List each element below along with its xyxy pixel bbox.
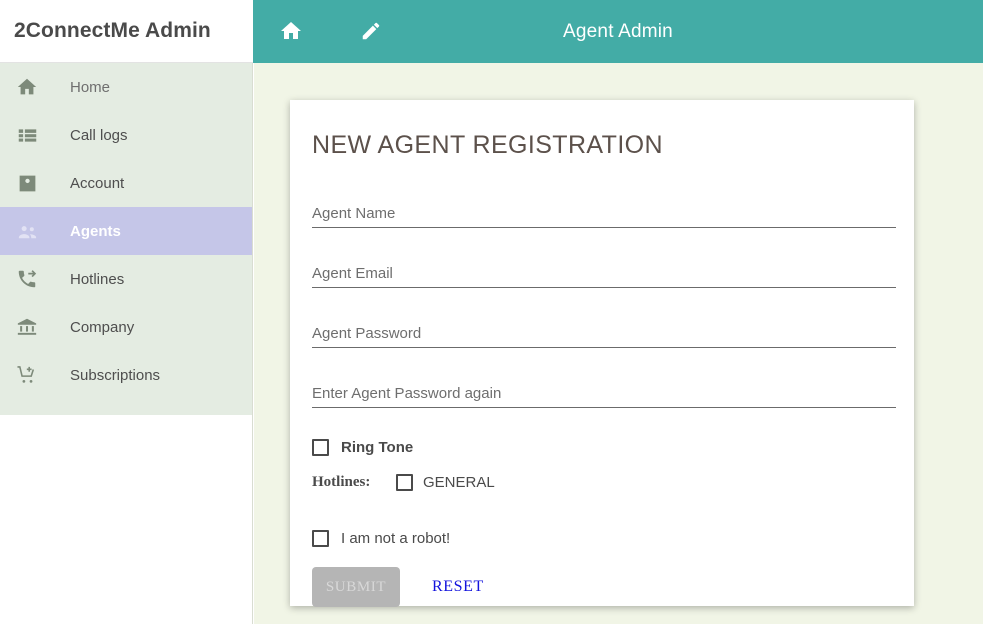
field-underline: [312, 407, 896, 408]
hotlines-row: Hotlines: GENERAL: [312, 474, 495, 491]
pencil-icon[interactable]: [356, 16, 386, 46]
robot-row: I am not a robot!: [312, 530, 450, 547]
field-agent-password: [312, 319, 896, 379]
not-a-robot-checkbox[interactable]: [312, 530, 329, 547]
sidebar-empty-area: [0, 415, 253, 624]
sidebar-item-hotlines[interactable]: Hotlines: [0, 255, 252, 303]
reset-button[interactable]: RESET: [426, 570, 490, 604]
form-actions: SUBMIT RESET: [312, 567, 490, 607]
field-underline: [312, 227, 896, 228]
agent-admin-page: 2ConnectMe Admin Agent Admin Home: [0, 0, 983, 624]
hotline-general-checkbox[interactable]: [396, 474, 413, 491]
sidebar-item-home[interactable]: Home: [0, 63, 252, 111]
field-underline: [312, 347, 896, 348]
field-underline: [312, 287, 896, 288]
sidebar-item-agents[interactable]: Agents: [0, 207, 252, 255]
field-agent-password-confirm: [312, 379, 896, 439]
sidebar-item-label: Subscriptions: [70, 367, 160, 384]
home-icon[interactable]: [276, 16, 306, 46]
submit-button[interactable]: SUBMIT: [312, 567, 400, 607]
hotline-general-label: GENERAL: [423, 474, 495, 491]
app-bar: Agent Admin: [253, 0, 983, 63]
main-content: NEW AGENT REGISTRATION: [254, 63, 983, 624]
card-title: NEW AGENT REGISTRATION: [312, 131, 663, 160]
home-icon: [14, 75, 40, 99]
hotline-option-general: GENERAL: [396, 474, 495, 491]
bank-icon: [14, 315, 40, 339]
field-agent-name: [312, 199, 896, 259]
agent-password-confirm-input[interactable]: [312, 379, 896, 407]
sidebar-item-label: Company: [70, 319, 134, 336]
sidebar-item-label: Account: [70, 175, 124, 192]
brand-bar: 2ConnectMe Admin: [0, 0, 253, 63]
agent-password-input[interactable]: [312, 319, 896, 347]
field-agent-email: [312, 259, 896, 319]
sidebar-item-label: Home: [70, 79, 110, 96]
agent-email-input[interactable]: [312, 259, 896, 287]
sidebar-item-subscriptions[interactable]: Subscriptions: [0, 351, 252, 399]
account-box-icon: [14, 171, 40, 195]
sidebar-item-account[interactable]: Account: [0, 159, 252, 207]
hotlines-title: Hotlines:: [312, 474, 396, 491]
phone-forwarded-icon: [14, 267, 40, 291]
sidebar-item-call-logs[interactable]: Call logs: [0, 111, 252, 159]
agent-name-input[interactable]: [312, 199, 896, 227]
registration-form: Ring Tone Hotlines: GENERAL I am not a r…: [312, 199, 896, 439]
sidebar-item-label: Hotlines: [70, 271, 124, 288]
ring-tone-checkbox[interactable]: [312, 439, 329, 456]
ring-tone-row: Ring Tone: [312, 439, 413, 456]
add-cart-icon: [14, 363, 40, 387]
people-icon: [14, 219, 40, 243]
sidebar-item-label: Agents: [70, 223, 121, 240]
registration-card: NEW AGENT REGISTRATION: [290, 100, 914, 606]
sidebar-item-company[interactable]: Company: [0, 303, 252, 351]
ring-tone-label: Ring Tone: [341, 439, 413, 456]
not-a-robot-label: I am not a robot!: [341, 530, 450, 547]
sidebar: Home Call logs Account: [0, 63, 253, 415]
brand-title: 2ConnectMe Admin: [14, 19, 211, 43]
list-icon: [14, 123, 40, 147]
sidebar-item-label: Call logs: [70, 127, 128, 144]
